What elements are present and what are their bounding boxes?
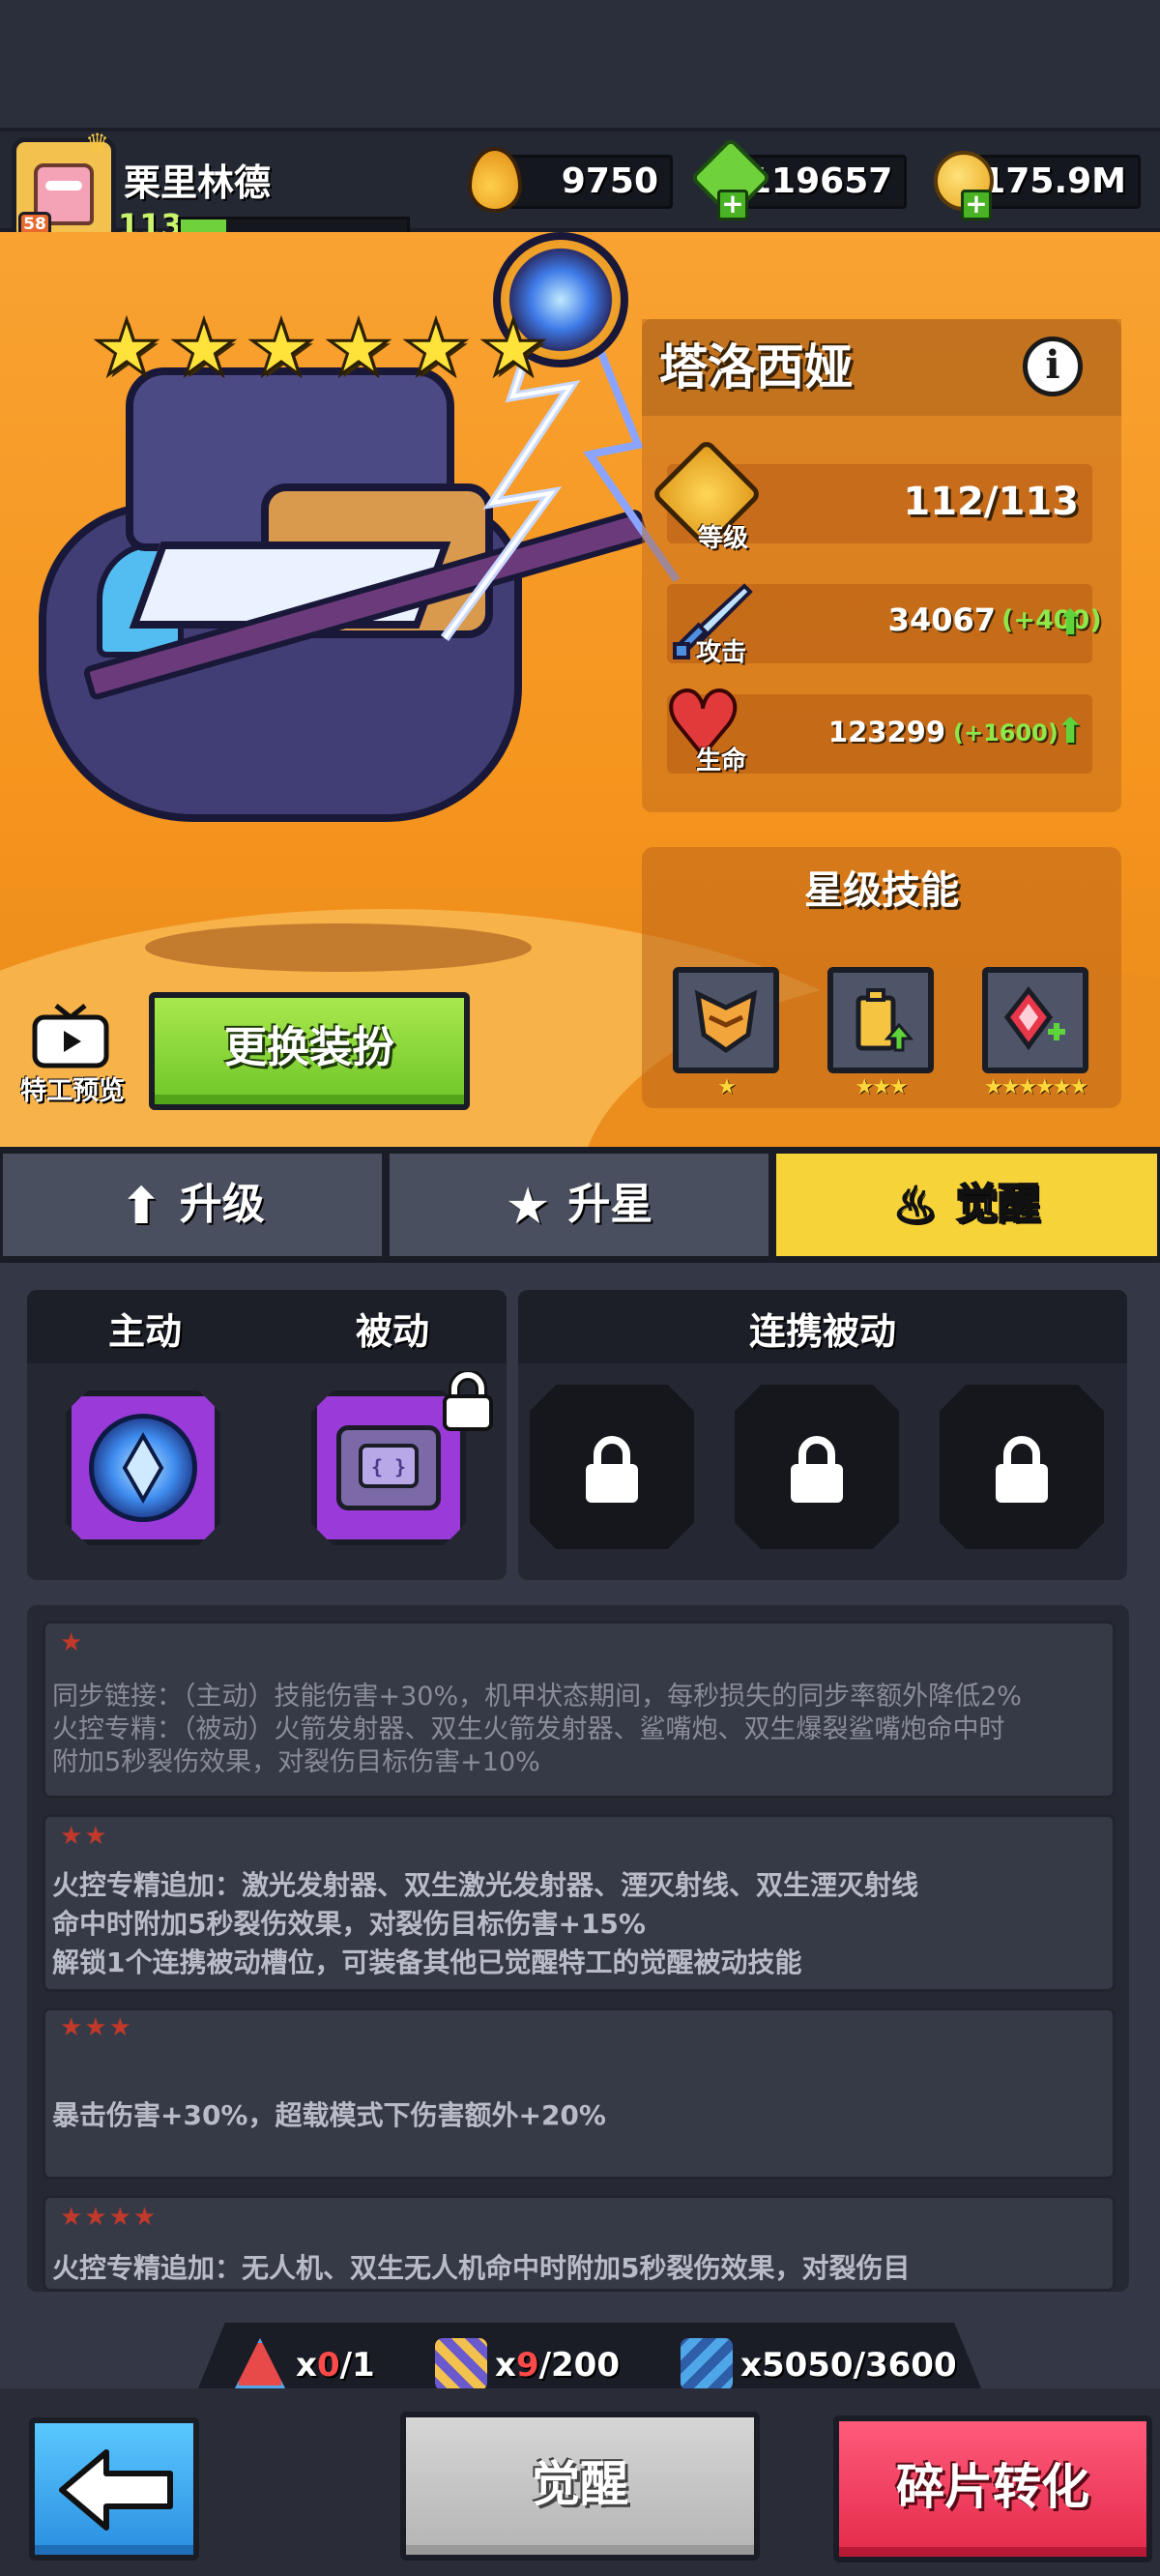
tab-upgrade-label: 升级 — [179, 1180, 265, 1229]
lock-icon — [996, 1436, 1048, 1503]
cost-1-prefix: x — [296, 2346, 317, 2385]
cost-3-need: /3600 — [853, 2346, 957, 2385]
tab-star-up[interactable]: ★ 升星 — [387, 1151, 771, 1259]
lock-icon — [791, 1436, 843, 1503]
hero-star-icon: ★ — [169, 306, 240, 393]
chip-icon: { } — [336, 1425, 441, 1510]
hero-star-icon: ★ — [478, 306, 549, 393]
hp-label: 生命 — [696, 746, 747, 776]
link-slot-1[interactable] — [530, 1385, 694, 1549]
card-1-line-1: 同步链接：（主动）技能伤害+30%，机甲状态期间，每秒损失的同步率额外降低2% — [52, 1682, 1022, 1712]
level-label: 等级 — [698, 524, 749, 553]
crown-icon: ♛ — [85, 128, 110, 160]
oil-counter: 9750 — [508, 155, 673, 209]
card-2-line-3: 解锁1个连携被动槽位，可装备其他已觉醒特工的觉醒被动技能 — [52, 1947, 802, 1978]
card-4-stars: ★★★★ — [60, 2203, 159, 2232]
flame-icon: ♨ — [891, 1177, 940, 1238]
hero-shadow — [145, 923, 532, 972]
hp-value: 123299 — [827, 716, 945, 748]
battery-upgrade-icon — [856, 988, 914, 1052]
tv-icon[interactable] — [29, 1002, 112, 1069]
tab-awaken[interactable]: ♨ 觉醒 — [773, 1151, 1160, 1259]
hero-star-icon: ★ — [401, 306, 472, 393]
star-skill-1-stars: ★ — [717, 1075, 737, 1099]
awaken-button[interactable]: 觉醒 — [400, 2412, 760, 2561]
hero-star-icon: ★ — [324, 306, 394, 393]
hero-name: 塔洛西娅 — [659, 339, 853, 395]
tab-awaken-label: 觉醒 — [954, 1179, 1041, 1230]
cost-3-prefix: x — [740, 2346, 762, 2385]
hero-star-icon: ★ — [92, 306, 162, 393]
card-1-line-3: 附加5秒裂伤效果，对裂伤目标伤害+10% — [52, 1747, 540, 1777]
level-value: 112/113 — [903, 480, 1079, 524]
player-name: 栗里林德 — [124, 161, 272, 204]
cost-blue-shard: x5050/3600 — [740, 2346, 957, 2385]
cost-1-have: 0 — [316, 2346, 340, 2385]
crystal-orb-icon — [89, 1414, 197, 1522]
info-icon[interactable]: i — [1023, 337, 1083, 396]
hero-star-icon: ★ — [246, 306, 317, 393]
card-2-stars: ★★ — [60, 1822, 109, 1851]
hp-increase: (+1600) — [953, 719, 1058, 746]
cost-shard: x9/200 — [495, 2346, 620, 2385]
change-outfit-button[interactable]: 更换装扮 — [149, 992, 470, 1110]
attack-label: 攻击 — [696, 638, 747, 667]
back-arrow-icon — [59, 2449, 173, 2531]
diamond-icon — [122, 1431, 164, 1505]
agent-preview-label[interactable]: 特工预览 — [10, 1069, 135, 1107]
passive-skill-label: 被动 — [355, 1310, 429, 1353]
cost-awaken-crystal: x0/1 — [296, 2346, 375, 2385]
coin-value: 175.9M — [981, 161, 1126, 201]
card-1-line-2: 火控专精：（被动）火箭发射器、双生火箭发射器、鲨嘴炮、双生爆裂鲨嘴炮命中时 — [52, 1714, 1005, 1744]
gem-counter[interactable]: 119657 — [744, 155, 907, 209]
oil-value: 9750 — [561, 161, 658, 201]
card-3-stars: ★★★ — [60, 2013, 133, 2042]
add-gems-icon[interactable]: + — [717, 190, 748, 220]
star-skill-slot-2[interactable] — [827, 967, 934, 1073]
active-skill-label: 主动 — [107, 1310, 182, 1353]
description-card-3 — [43, 2007, 1116, 2180]
passive-lock-icon — [443, 1371, 493, 1431]
card-1-stars: ★ — [60, 1628, 85, 1657]
link-slot-2[interactable] — [735, 1385, 899, 1549]
svg-text:{ }: { } — [371, 1455, 406, 1478]
attack-increase: (+400) — [1001, 605, 1102, 635]
shard-convert-button[interactable]: 碎片转化 — [833, 2415, 1152, 2562]
link-passive-label: 连携被动 — [748, 1310, 896, 1353]
star-skill-slot-1[interactable] — [673, 967, 779, 1073]
helmet-icon — [694, 989, 758, 1054]
blue-shard-icon — [681, 2338, 733, 2390]
coin-counter[interactable]: 175.9M — [976, 155, 1141, 209]
shard-icon — [435, 2338, 487, 2390]
attack-up-arrow-icon: ⬆ — [1056, 603, 1086, 643]
chip-glyph: { } — [359, 1444, 419, 1488]
add-coins-icon[interactable]: + — [961, 190, 992, 220]
star-skills-title: 星级技能 — [804, 868, 959, 913]
star-skill-2-stars: ★★★ — [855, 1075, 908, 1099]
attack-value: 34067 — [887, 601, 996, 638]
cost-2-have: 9 — [515, 2346, 539, 2385]
arrow-up-icon: ⬆ — [120, 1178, 162, 1236]
cost-2-need: /200 — [538, 2346, 620, 2385]
card-2-line-1: 火控专精追加：激光发射器、双生激光发射器、湮灭射线、双生湮灭射线 — [52, 1869, 919, 1901]
star-icon: ★ — [505, 1178, 551, 1236]
tab-upgrade[interactable]: ⬆ 升级 — [0, 1151, 385, 1259]
tab-star-up-label: 升星 — [567, 1180, 653, 1229]
star-skill-slot-3[interactable] — [982, 967, 1088, 1073]
hp-up-arrow-icon: ⬆ — [1056, 712, 1086, 751]
crit-gem-icon — [1003, 985, 1065, 1051]
gem-value: 119657 — [747, 161, 893, 201]
lock-icon — [586, 1436, 638, 1503]
card-4-line-1: 火控专精追加：无人机、双生无人机命中时附加5秒裂伤效果，对裂伤目 — [52, 2252, 911, 2284]
cost-2-prefix: x — [495, 2346, 516, 2385]
card-2-line-2: 命中时附加5秒裂伤效果，对裂伤目标伤害+15% — [52, 1908, 646, 1940]
star-skill-3-stars: ★★★★★★ — [983, 1075, 1088, 1099]
cost-1-need: /1 — [339, 2346, 375, 2385]
status-area — [0, 0, 1160, 128]
cost-3-have: 5050 — [761, 2346, 854, 2385]
hero-star-rating: ★ ★ ★ ★ ★ ★ — [92, 306, 551, 393]
link-slot-3[interactable] — [940, 1385, 1104, 1549]
card-3-line-1: 暴击伤害+30%，超载模式下伤害额外+20% — [52, 2099, 606, 2131]
